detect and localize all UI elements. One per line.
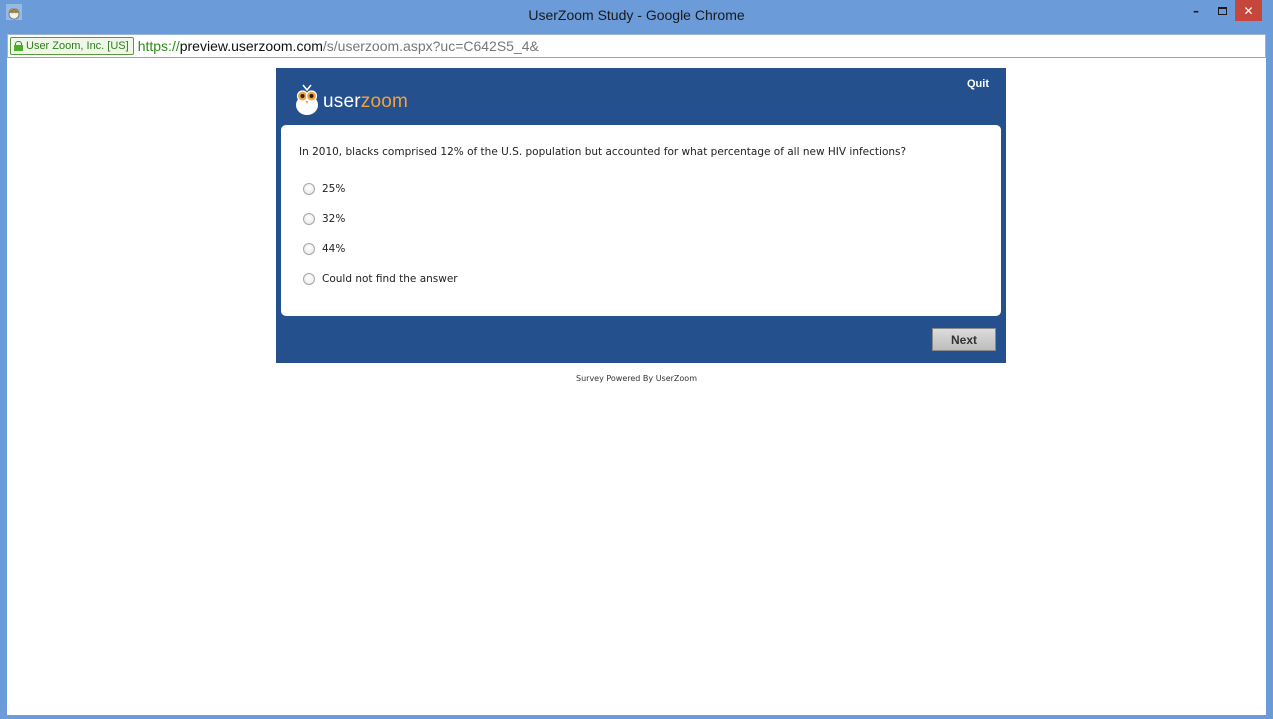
minimize-button[interactable]: – [1183, 0, 1209, 21]
window-title: UserZoom Study - Google Chrome [528, 7, 745, 23]
url-host: preview.userzoom.com [179, 38, 323, 54]
radio-button[interactable] [303, 243, 315, 255]
answer-option[interactable]: 44% [303, 243, 345, 255]
radio-button[interactable] [303, 213, 315, 225]
answer-option[interactable]: 32% [303, 213, 345, 225]
page-viewport: userzoom Quit In 2010, blacks comprised … [7, 58, 1266, 715]
brand-user-text: user [323, 91, 361, 112]
answer-label: 32% [322, 213, 346, 225]
address-bar[interactable]: User Zoom, Inc. [US] https://preview.use… [7, 34, 1266, 58]
radio-button[interactable] [303, 183, 315, 195]
answer-label: 25% [322, 183, 346, 195]
powered-by-footer: Survey Powered By UserZoom [576, 374, 697, 383]
quit-link[interactable]: Quit [967, 78, 989, 90]
ev-certificate-label: User Zoom, Inc. [US] [26, 40, 129, 52]
brand-wordmark: userzoom [323, 91, 408, 113]
maximize-button[interactable] [1209, 0, 1235, 21]
lock-icon [14, 41, 23, 51]
url-scheme: https:// [137, 38, 180, 54]
next-button[interactable]: Next [932, 328, 996, 351]
answer-option[interactable]: Could not find the answer [303, 273, 458, 285]
url-path: /s/userzoom.aspx?uc=C642S5_4& [322, 38, 539, 54]
survey-panel: userzoom Quit In 2010, blacks comprised … [276, 68, 1006, 363]
answer-option[interactable]: 25% [303, 183, 345, 195]
question-text: In 2010, blacks comprised 12% of the U.S… [299, 146, 907, 158]
window-titlebar: UserZoom Study - Google Chrome – ✕ [0, 0, 1273, 34]
userzoom-logo: userzoom [294, 82, 408, 116]
radio-button[interactable] [303, 273, 315, 285]
question-card: In 2010, blacks comprised 12% of the U.S… [281, 125, 1001, 316]
answer-label: Could not find the answer [322, 273, 458, 285]
owl-logo-icon [296, 84, 318, 115]
ev-certificate-badge[interactable]: User Zoom, Inc. [US] [10, 37, 134, 55]
close-button[interactable]: ✕ [1235, 0, 1262, 21]
answer-label: 44% [322, 243, 346, 255]
url-text[interactable]: https://preview.userzoom.com/s/userzoom.… [138, 38, 539, 54]
maximize-icon [1217, 6, 1227, 15]
brand-zoom-text: zoom [360, 91, 409, 112]
